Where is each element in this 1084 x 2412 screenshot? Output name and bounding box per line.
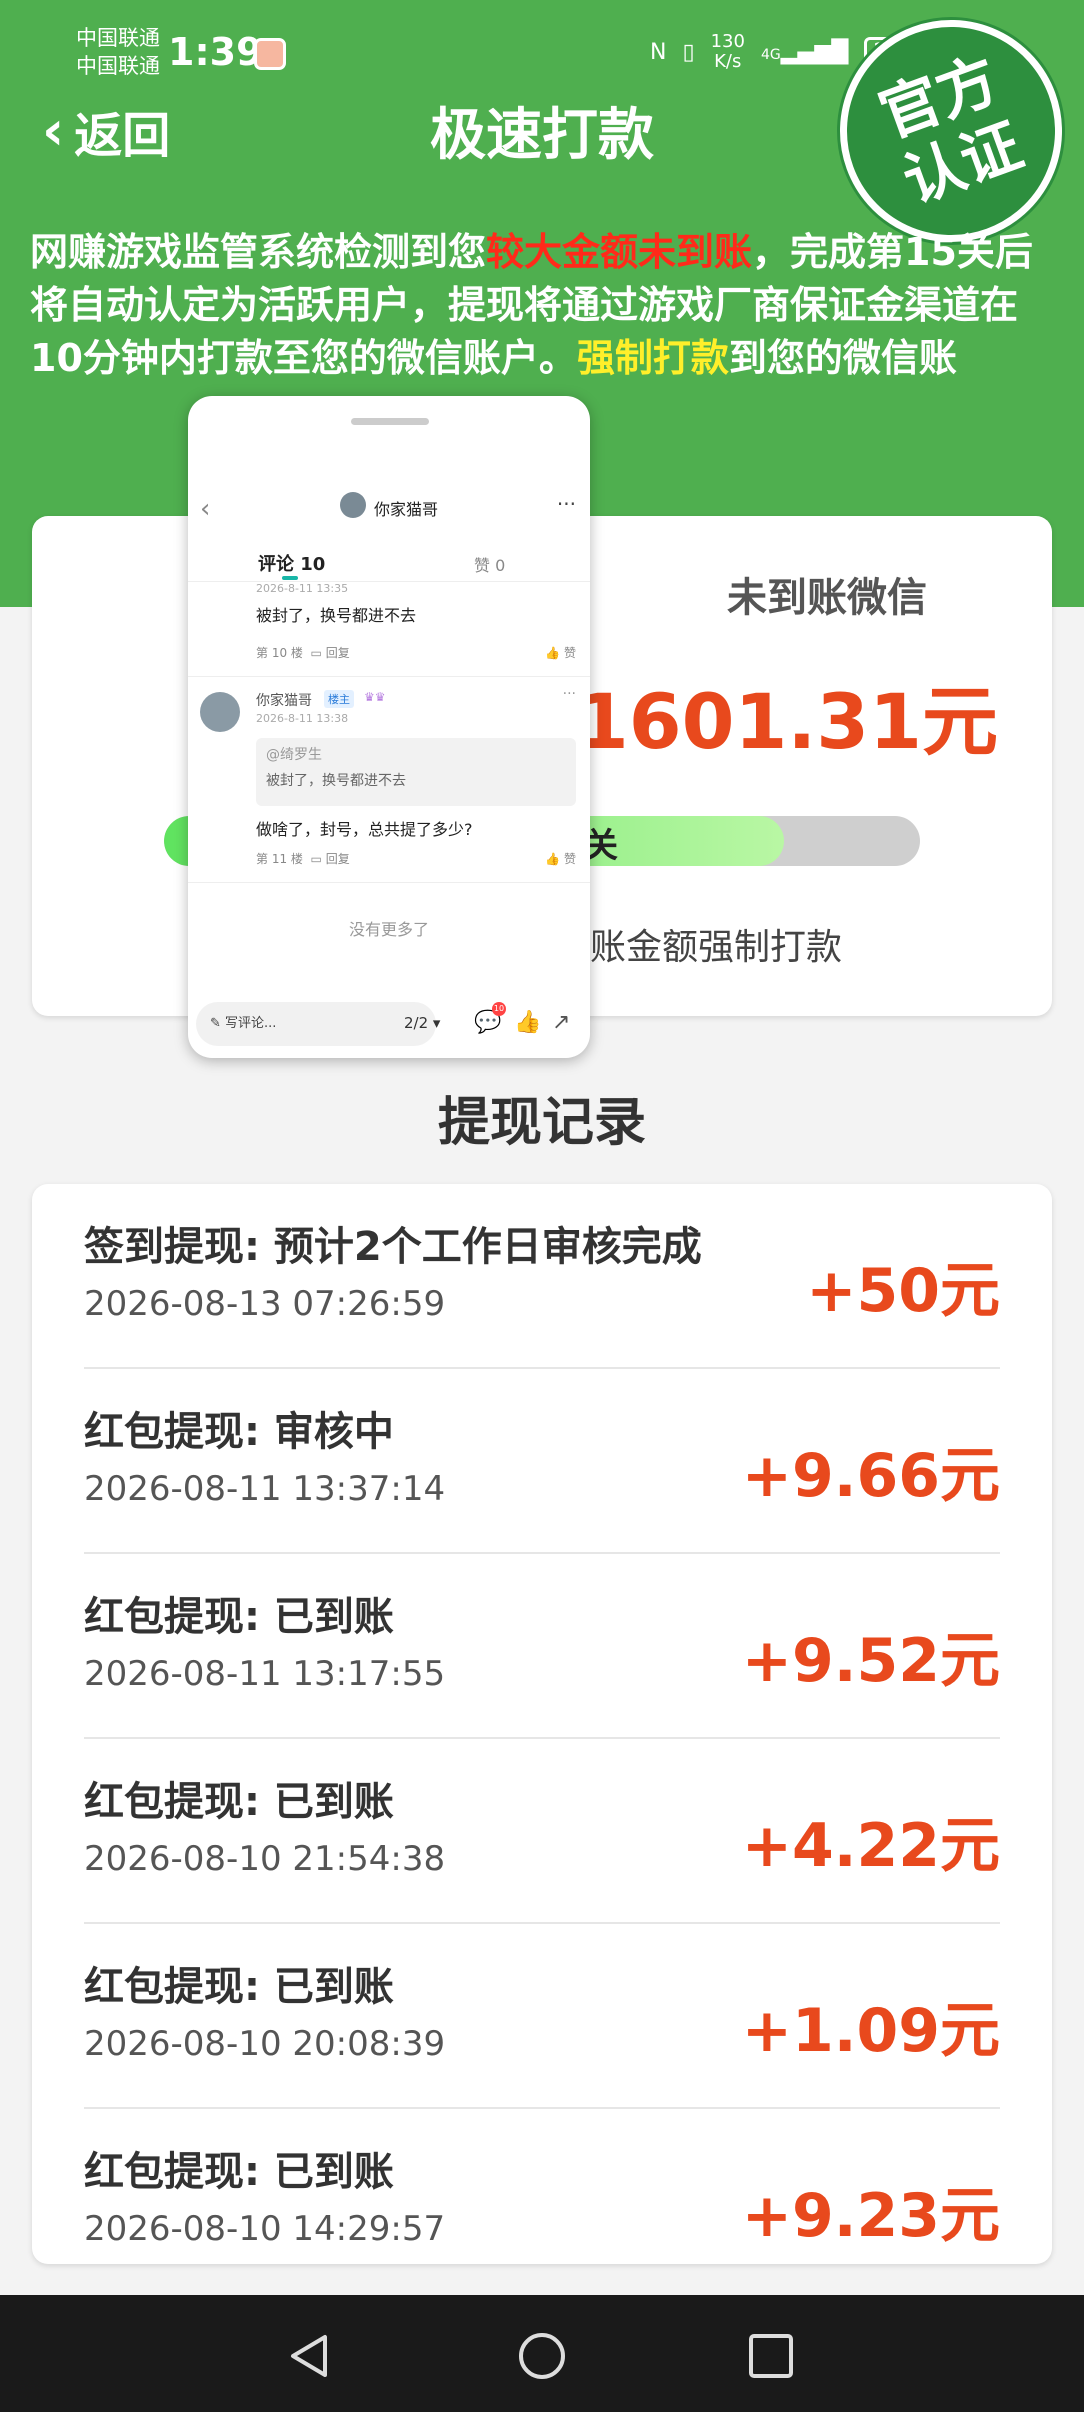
reply-icon[interactable]: ▭: [311, 646, 322, 660]
share-icon[interactable]: ↗: [552, 1010, 570, 1035]
comment-bottom-bar: ✎ 写评论... 2/2 ▾ 💬 10 👍 ↗: [196, 1002, 582, 1046]
drag-handle[interactable]: [351, 418, 429, 425]
comment-tabs: 评论 10 赞 0: [188, 544, 590, 582]
record-row[interactable]: 红包提现: 已到账 2026-08-10 20:08:39 +1.09元: [84, 1924, 1000, 2109]
clock: 1:39: [168, 30, 263, 74]
record-time: 2026-08-10 21:54:38: [84, 1839, 446, 1879]
comment-floor: 第 10 楼: [256, 646, 303, 660]
divider: [188, 676, 590, 677]
record-row[interactable]: 红包提现: 已到账 2026-08-10 14:29:57 +9.23元: [84, 2109, 1000, 2264]
record-label: 红包提现: 已到账: [84, 1779, 394, 1825]
records-title: 提现记录: [437, 1093, 646, 1153]
record-amount: +9.23元: [741, 2181, 1000, 2251]
avatar: [200, 692, 240, 732]
signal-icon: 4G▂▄▆█: [760, 39, 849, 65]
write-placeholder: 写评论...: [225, 1016, 277, 1031]
record-amount: +4.22元: [741, 1811, 1000, 1881]
comment-floor: 第 11 楼: [256, 852, 303, 866]
quote-author: @绮罗生: [266, 747, 322, 763]
nfc-icon: N: [650, 39, 667, 65]
like-label[interactable]: 赞: [564, 852, 576, 866]
record-label: 红包提现: 已到账: [84, 1964, 394, 2010]
nav-home-icon[interactable]: [517, 2331, 567, 2381]
crown-icon: ♛♛: [364, 690, 386, 704]
record-time: 2026-08-13 07:26:59: [84, 1284, 446, 1324]
comment-actions: 第 11 楼 ▭ 回复 👍 赞: [256, 850, 576, 867]
divider: [188, 882, 590, 883]
record-amount: +9.66元: [741, 1441, 1000, 1511]
record-amount: +1.09元: [741, 1996, 1000, 2066]
floating-comment-window[interactable]: ‹ 你家猫哥 ··· 评论 10 赞 0 2026-8-11 13:35 被封了…: [188, 396, 590, 1058]
notice-part-1: 网赚游戏监管系统检测到您: [30, 230, 487, 274]
record-label: 红包提现: 已到账: [84, 1594, 394, 1640]
record-amount: +50元: [806, 1256, 1000, 1326]
comment-text: 被封了，换号都进不去: [256, 606, 417, 625]
reply-label[interactable]: 回复: [326, 646, 350, 660]
record-label: 签到提现: 预计2个工作日审核完成: [84, 1224, 702, 1270]
page-indicator[interactable]: 2/2 ▾: [404, 1014, 440, 1032]
quoted-comment: @绮罗生 被封了，换号都进不去: [256, 738, 576, 806]
no-more-text: 没有更多了: [348, 920, 429, 939]
unarrived-amount: 1601.31元: [575, 677, 998, 766]
quote-text: 被封了，换号都进不去: [266, 773, 406, 789]
record-time: 2026-08-11 13:17:55: [84, 1654, 446, 1694]
carrier-1: 中国联通: [76, 26, 160, 50]
overlay-back-icon[interactable]: ‹: [200, 494, 210, 524]
record-row[interactable]: 红包提现: 审核中 2026-08-11 13:37:14 +9.66元: [84, 1369, 1000, 1554]
op-badge: 楼主: [324, 690, 354, 708]
notice-highlight-red: 较大金额未到账: [486, 230, 753, 274]
record-row[interactable]: 签到提现: 预计2个工作日审核完成 2026-08-13 07:26:59 +5…: [84, 1184, 1000, 1369]
app-notification-icon: [254, 38, 286, 70]
system-nav-bar: [0, 2295, 1084, 2412]
like-icon[interactable]: 👍: [514, 1010, 541, 1035]
speed-value: 130: [710, 31, 745, 52]
overlay-author: 你家猫哥: [374, 500, 439, 519]
nav-recents-icon[interactable]: [746, 2331, 796, 2381]
avatar: [340, 492, 366, 518]
comment-time: 2026-8-11 13:35: [256, 582, 349, 595]
comment-actions: 第 10 楼 ▭ 回复 👍 赞: [256, 644, 576, 661]
more-icon[interactable]: ···: [563, 686, 576, 702]
record-time: 2026-08-11 13:37:14: [84, 1469, 446, 1509]
force-payment-text: 账金额强制打款: [590, 927, 843, 968]
comment-text: 做啥了，封号，总共提了多少?: [256, 820, 473, 839]
nav-back-icon[interactable]: [285, 2331, 335, 2381]
reply-label[interactable]: 回复: [326, 852, 350, 866]
vibrate-icon: ▯: [682, 39, 695, 65]
comment-time: 2026-8-11 13:38: [256, 712, 349, 725]
like-label[interactable]: 赞: [564, 646, 576, 660]
notice-highlight-yellow: 强制打款: [576, 336, 729, 380]
like-icon[interactable]: 👍: [545, 646, 560, 660]
network-type: 4G: [760, 46, 781, 63]
record-row[interactable]: 红包提现: 已到账 2026-08-10 21:54:38 +4.22元: [84, 1739, 1000, 1924]
carrier-2: 中国联通: [76, 54, 160, 78]
record-amount: +9.52元: [741, 1626, 1000, 1696]
tab-likes[interactable]: 赞 0: [474, 552, 505, 576]
tab-underline: [282, 576, 298, 580]
records-list: 签到提现: 预计2个工作日审核完成 2026-08-13 07:26:59 +5…: [32, 1184, 1052, 2264]
unarrived-label: 未到账微信: [727, 575, 927, 621]
comment-count-badge: 10: [492, 1002, 506, 1016]
notice-text: 网赚游戏监管系统检测到您较大金额未到账，完成第15关后将自动认定为活跃用户，提现…: [30, 226, 1060, 385]
like-icon[interactable]: 👍: [545, 852, 560, 866]
speed-unit: K/s: [714, 51, 742, 72]
record-time: 2026-08-10 14:29:57: [84, 2209, 446, 2249]
more-icon[interactable]: ···: [557, 492, 576, 516]
comment-author: 你家猫哥: [256, 693, 312, 709]
record-label: 红包提现: 审核中: [84, 1409, 394, 1455]
reply-icon[interactable]: ▭: [311, 852, 322, 866]
record-time: 2026-08-10 20:08:39: [84, 2024, 446, 2064]
speed: 130 K/s: [711, 32, 745, 72]
tab-comments[interactable]: 评论 10: [258, 550, 325, 576]
record-label: 红包提现: 已到账: [84, 2149, 394, 2195]
carrier-label: 中国联通 中国联通: [76, 24, 160, 80]
notice-part-3: 到您的微信账: [728, 336, 957, 380]
write-comment-input[interactable]: ✎ 写评论...: [196, 1002, 436, 1046]
record-row[interactable]: 红包提现: 已到账 2026-08-11 13:17:55 +9.52元: [84, 1554, 1000, 1739]
page-number: 2/2: [404, 1014, 429, 1032]
